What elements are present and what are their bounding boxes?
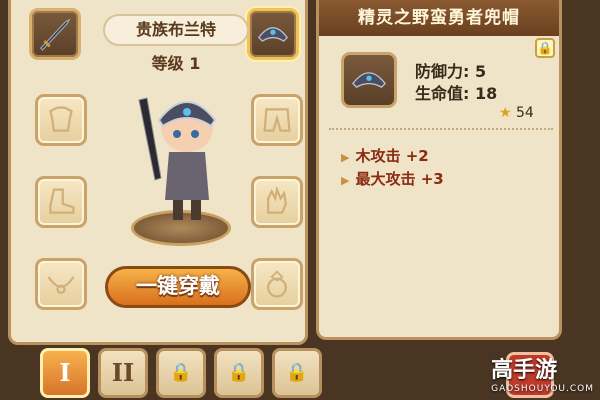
defense-stat: 防御力: 5 — [415, 62, 487, 81]
tab-3-locked[interactable]: 🔒 — [156, 348, 206, 398]
score-value: 54 — [516, 105, 534, 121]
divider — [329, 128, 553, 130]
boots-icon — [49, 188, 75, 214]
character-avatar[interactable] — [129, 80, 233, 230]
character-level: 等级 1 — [151, 54, 201, 73]
item-title: 精灵之野蛮勇者兜帽 — [319, 0, 559, 36]
boots-slot[interactable] — [35, 176, 87, 228]
armor-slot[interactable] — [35, 94, 87, 146]
item-score: ★ 54 — [499, 105, 534, 121]
pants-icon — [263, 108, 291, 132]
item-helmet-icon — [341, 52, 397, 108]
gloves-slot[interactable] — [251, 176, 303, 228]
equipment-screen: 贵族布兰特 等级 1 一键穿戴 精灵之野蛮勇者兜帽 🔒 防御力: 5 生命值: … — [0, 0, 600, 400]
lock-icon[interactable]: 🔒 — [535, 38, 555, 58]
padlock-icon: 🔒 — [169, 362, 193, 383]
tab-4-locked[interactable]: 🔒 — [214, 348, 264, 398]
star-icon: ★ — [499, 105, 512, 121]
ring-slot[interactable] — [251, 258, 303, 310]
pants-slot[interactable] — [251, 94, 303, 146]
watermark: 高手游 GAOSHOUYOU.COM — [491, 352, 594, 394]
necklace-slot[interactable] — [35, 258, 87, 310]
equip-all-button[interactable]: 一键穿戴 — [105, 266, 251, 308]
item-detail-panel: 精灵之野蛮勇者兜帽 🔒 防御力: 5 生命值: 18 ★ 54 ▶ 木攻击 +2 … — [316, 0, 562, 340]
character-name: 贵族布兰特 — [135, 20, 216, 39]
armor-icon — [49, 106, 73, 132]
padlock-icon: 🔒 — [227, 362, 251, 383]
helmet-icon — [257, 27, 289, 42]
bonus-line: ▶ 木攻击 +2 — [341, 147, 429, 165]
ring-icon — [267, 270, 287, 298]
weapon-slot[interactable] — [29, 8, 81, 60]
sword-icon — [39, 18, 71, 51]
character-panel: 贵族布兰特 等级 1 一键穿戴 — [8, 0, 308, 345]
tab-2[interactable]: II — [98, 348, 148, 398]
helmet-slot[interactable] — [247, 8, 299, 60]
bullet-icon: ▶ — [341, 174, 350, 187]
hp-stat: 生命值: 18 — [415, 84, 498, 103]
bullet-icon: ▶ — [341, 151, 350, 164]
character-name-box: 贵族布兰特 — [103, 14, 249, 46]
watermark-brand: 高手游 — [491, 358, 558, 383]
padlock-icon: 🔒 — [285, 362, 309, 383]
watermark-domain: GAOSHOUYOU.COM — [491, 384, 594, 394]
tab-1[interactable]: I — [40, 348, 90, 398]
necklace-icon — [47, 276, 75, 294]
bonus-line: ▶ 最大攻击 +3 — [341, 170, 444, 188]
gloves-icon — [267, 185, 287, 214]
tab-5-locked[interactable]: 🔒 — [272, 348, 322, 398]
